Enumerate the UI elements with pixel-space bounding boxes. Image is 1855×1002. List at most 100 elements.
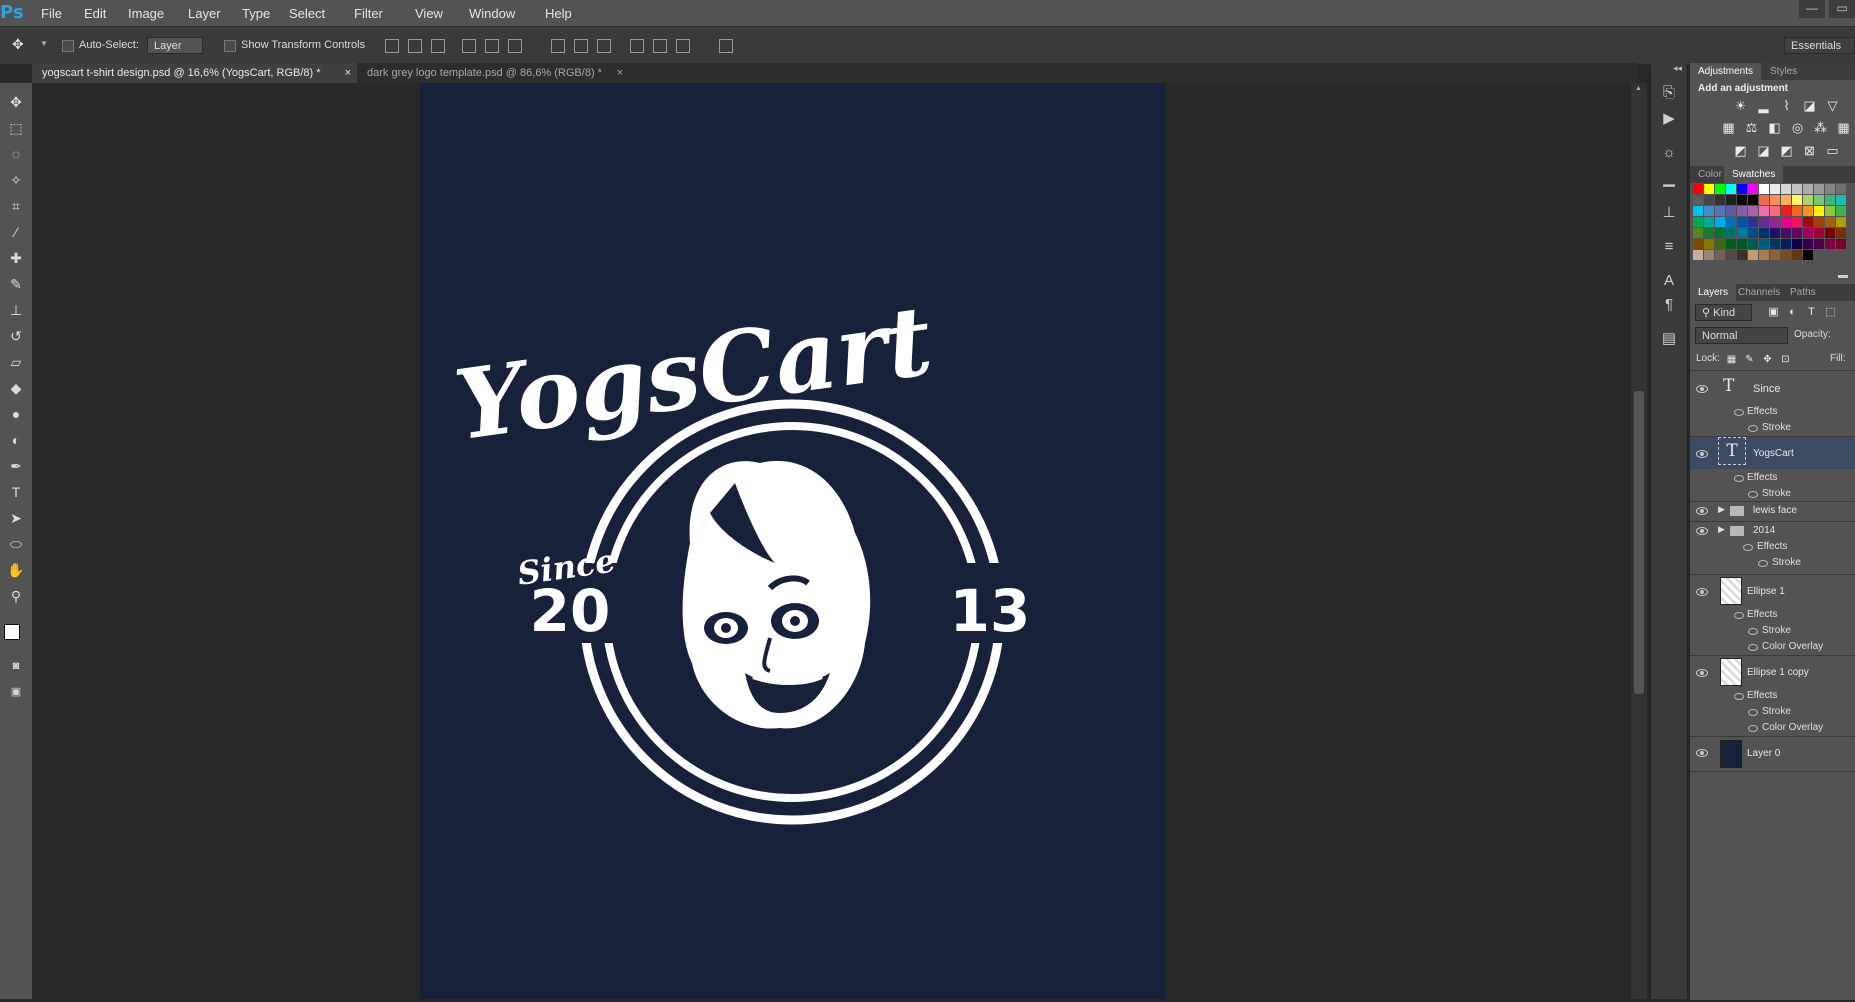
color-swatch[interactable] [1726,228,1736,238]
effect-eye-icon[interactable] [1748,491,1758,498]
color-swatch[interactable] [1814,184,1824,194]
visibility-eye-icon[interactable] [1696,527,1708,535]
color-swatch[interactable] [1726,250,1736,260]
color-swatch[interactable] [1759,195,1769,205]
expand-arrow-icon[interactable]: ▶ [1718,504,1725,515]
history-panel-icon[interactable]: ⎘ [1659,83,1679,103]
bw-icon[interactable]: ◧ [1766,120,1783,135]
auto-select-checkbox[interactable] [62,40,74,52]
close-tab-icon[interactable]: × [617,63,623,83]
color-swatch[interactable] [1770,250,1780,260]
color-swatch[interactable] [1825,239,1835,249]
align-top-icon[interactable] [385,39,399,53]
actions-panel-icon[interactable]: ▶ [1659,109,1679,129]
character-panel-icon[interactable]: A [1659,271,1679,291]
tab-swatches[interactable]: Swatches [1724,166,1784,183]
color-swatch[interactable] [1759,239,1769,249]
lock-all-icon[interactable]: ⊡ [1777,352,1794,367]
distribute-top-icon[interactable] [551,39,565,53]
color-swatch[interactable] [1814,195,1824,205]
color-swatch[interactable] [1737,195,1747,205]
color-swatch[interactable] [1748,228,1758,238]
channel-mixer-icon[interactable]: ⁂ [1812,120,1829,135]
menu-filter[interactable]: Filter [354,6,383,21]
visibility-eye-icon[interactable] [1696,507,1708,515]
color-swatch[interactable] [1748,250,1758,260]
color-swatch[interactable] [1704,217,1714,227]
minimize-button[interactable]: — [1799,0,1825,18]
color-swatch[interactable] [1704,228,1714,238]
tool-presets-icon[interactable]: ≡ [1659,237,1679,257]
effect-eye-icon[interactable] [1758,560,1768,567]
adjustment-filter-icon[interactable]: ◐ [1784,305,1801,320]
color-swatch[interactable] [1748,206,1758,216]
menu-view[interactable]: View [415,6,443,21]
expand-arrow-icon[interactable]: ▶ [1718,524,1725,535]
brush-tool-icon[interactable]: ✎ [4,273,28,295]
color-swatch[interactable] [1693,217,1703,227]
color-swatch[interactable] [1803,184,1813,194]
color-swatch[interactable] [1748,217,1758,227]
color-swatch[interactable] [1825,184,1835,194]
menu-help[interactable]: Help [545,6,572,21]
color-swatch[interactable] [1825,195,1835,205]
layer-item-ellipse-1-copy[interactable]: Ellipse 1 copy Effects Stroke Color Over… [1690,656,1855,737]
color-balance-icon[interactable]: ⚖ [1743,120,1760,135]
effects-eye-icon[interactable] [1734,612,1744,619]
brightness-icon[interactable]: ☀ [1732,98,1749,113]
tab-styles[interactable]: Styles [1762,63,1805,80]
blur-tool-icon[interactable]: ● [4,403,28,425]
shape-filter-icon[interactable]: ⬚ [1822,305,1839,320]
color-swatch[interactable] [1803,239,1813,249]
kind-filter-dropdown[interactable]: ⚲ Kind [1695,304,1752,321]
color-swatch[interactable] [1704,239,1714,249]
color-swatch[interactable] [1726,195,1736,205]
healing-brush-tool-icon[interactable]: ✚ [4,247,28,269]
color-swatch[interactable] [1836,184,1846,194]
layer-item-ellipse-1[interactable]: Ellipse 1 Effects Stroke Color Overlay [1690,575,1855,656]
menu-edit[interactable]: Edit [84,6,106,21]
threshold-icon[interactable]: ◩ [1778,143,1795,158]
distribute-right-icon[interactable] [676,39,690,53]
artboard[interactable]: YogsCart Since 20 13 [420,83,1165,999]
layer-item-since[interactable]: T Since Effects Stroke [1690,371,1855,437]
close-tab-icon[interactable]: × [345,63,351,83]
color-swatch[interactable] [1726,217,1736,227]
layer-item-layer-0[interactable]: Layer 0 [1690,737,1855,772]
color-swatch[interactable] [1715,250,1725,260]
color-swatch[interactable] [1814,228,1824,238]
eraser-tool-icon[interactable]: ▱ [4,351,28,373]
effect-eye-icon[interactable] [1748,644,1758,651]
color-swatch[interactable] [1715,195,1725,205]
color-swatch[interactable] [1704,195,1714,205]
color-swatch[interactable] [1825,217,1835,227]
color-swatch[interactable] [1781,228,1791,238]
marquee-tool-icon[interactable]: ⬚ [4,117,28,139]
color-swatch[interactable] [1792,184,1802,194]
lock-position-icon[interactable]: ✥ [1759,352,1776,367]
color-swatch[interactable] [1792,250,1802,260]
layer-item-lewis-face[interactable]: ▶ lewis face [1690,502,1855,522]
restore-button[interactable]: ▭ [1829,0,1855,18]
path-select-tool-icon[interactable]: ➤ [4,507,28,529]
color-swatch[interactable] [1814,217,1824,227]
visibility-eye-icon[interactable] [1696,450,1708,458]
vertical-scrollbar[interactable]: ▲ [1631,83,1647,999]
paint-bucket-tool-icon[interactable]: ◆ [4,377,28,399]
color-swatch[interactable] [1748,239,1758,249]
color-swatch[interactable] [1792,239,1802,249]
posterize-icon[interactable]: ◪ [1755,143,1772,158]
tab-channels[interactable]: Channels [1730,284,1788,301]
color-swatch[interactable] [1737,250,1747,260]
effects-eye-icon[interactable] [1734,475,1744,482]
align-bottom-icon[interactable] [431,39,445,53]
align-hcenter-icon[interactable] [485,39,499,53]
menu-window[interactable]: Window [469,6,515,21]
effects-eye-icon[interactable] [1734,409,1744,416]
ellipse-tool-icon[interactable]: ⬭ [4,533,28,555]
color-swatch[interactable] [1825,228,1835,238]
color-swatch[interactable] [1704,206,1714,216]
color-swatch[interactable] [1759,206,1769,216]
color-swatch[interactable] [1770,228,1780,238]
exposure-icon[interactable]: ◪ [1801,98,1818,113]
